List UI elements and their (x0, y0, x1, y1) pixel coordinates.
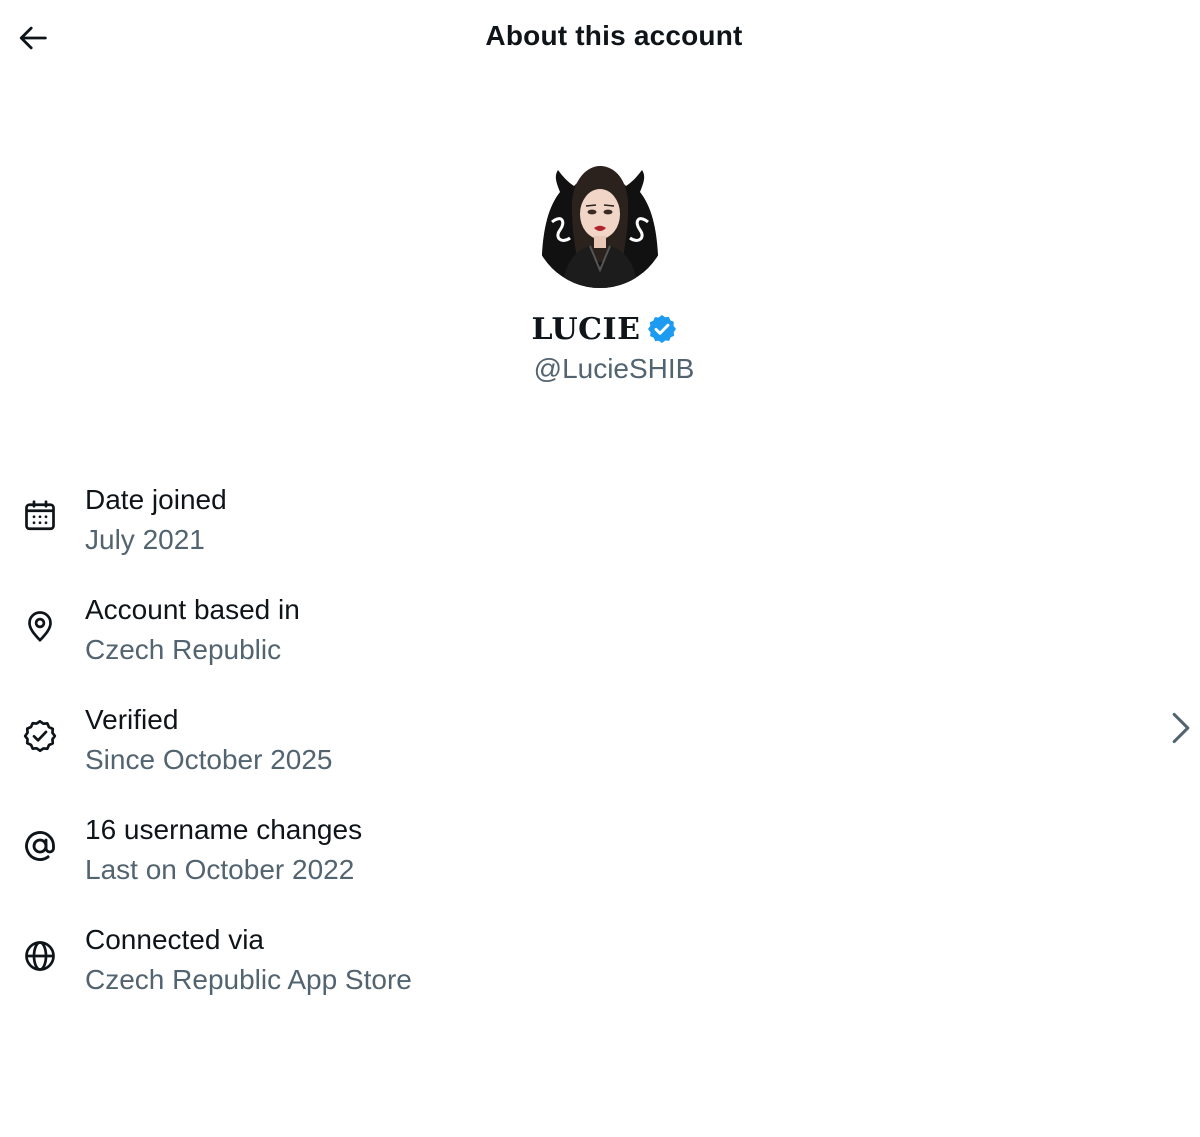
avatar[interactable] (532, 152, 668, 288)
display-name-row: LUCIE (0, 312, 1200, 347)
info-label: Account based in (85, 594, 300, 625)
info-label: 16 username changes (85, 814, 363, 845)
info-row-username-changes: 16 username changes Last on October 2022 (0, 800, 1200, 910)
info-label: Date joined (85, 484, 227, 515)
about-account-screen: About this account LUCIE @LucieSHIB Date… (0, 0, 1200, 1137)
username-handle: @LucieSHIB (533, 353, 695, 384)
avatar-image (532, 152, 668, 288)
verified-badge-outline-icon (20, 716, 60, 756)
profile-summary: LUCIE @LucieSHIB (0, 152, 1200, 385)
info-label: Verified (85, 704, 179, 735)
info-row-date-joined: Date joined July 2021 (0, 470, 1200, 580)
chevron-right-icon[interactable] (1166, 708, 1196, 748)
verified-badge-icon[interactable] (646, 313, 678, 345)
location-pin-icon (20, 606, 60, 646)
account-info-list: Date joined July 2021 Account based in C… (0, 470, 1200, 1020)
info-value: Last on October 2022 (85, 854, 355, 885)
info-row-connected-via: Connected via Czech Republic App Store (0, 910, 1200, 1020)
info-value: Czech Republic App Store (85, 964, 412, 995)
at-sign-icon (20, 826, 60, 866)
globe-icon (20, 936, 60, 976)
calendar-icon (20, 496, 60, 536)
page-title: About this account (485, 20, 743, 51)
display-name: LUCIE (531, 312, 641, 347)
info-value: Czech Republic (85, 634, 282, 665)
info-row-verified[interactable]: Verified Since October 2025 (0, 690, 1200, 800)
top-bar: About this account (0, 0, 1200, 80)
info-row-account-based-in: Account based in Czech Republic (0, 580, 1200, 690)
info-label: Connected via (85, 924, 265, 955)
info-value: Since October 2025 (85, 744, 333, 775)
info-value: July 2021 (85, 524, 205, 555)
